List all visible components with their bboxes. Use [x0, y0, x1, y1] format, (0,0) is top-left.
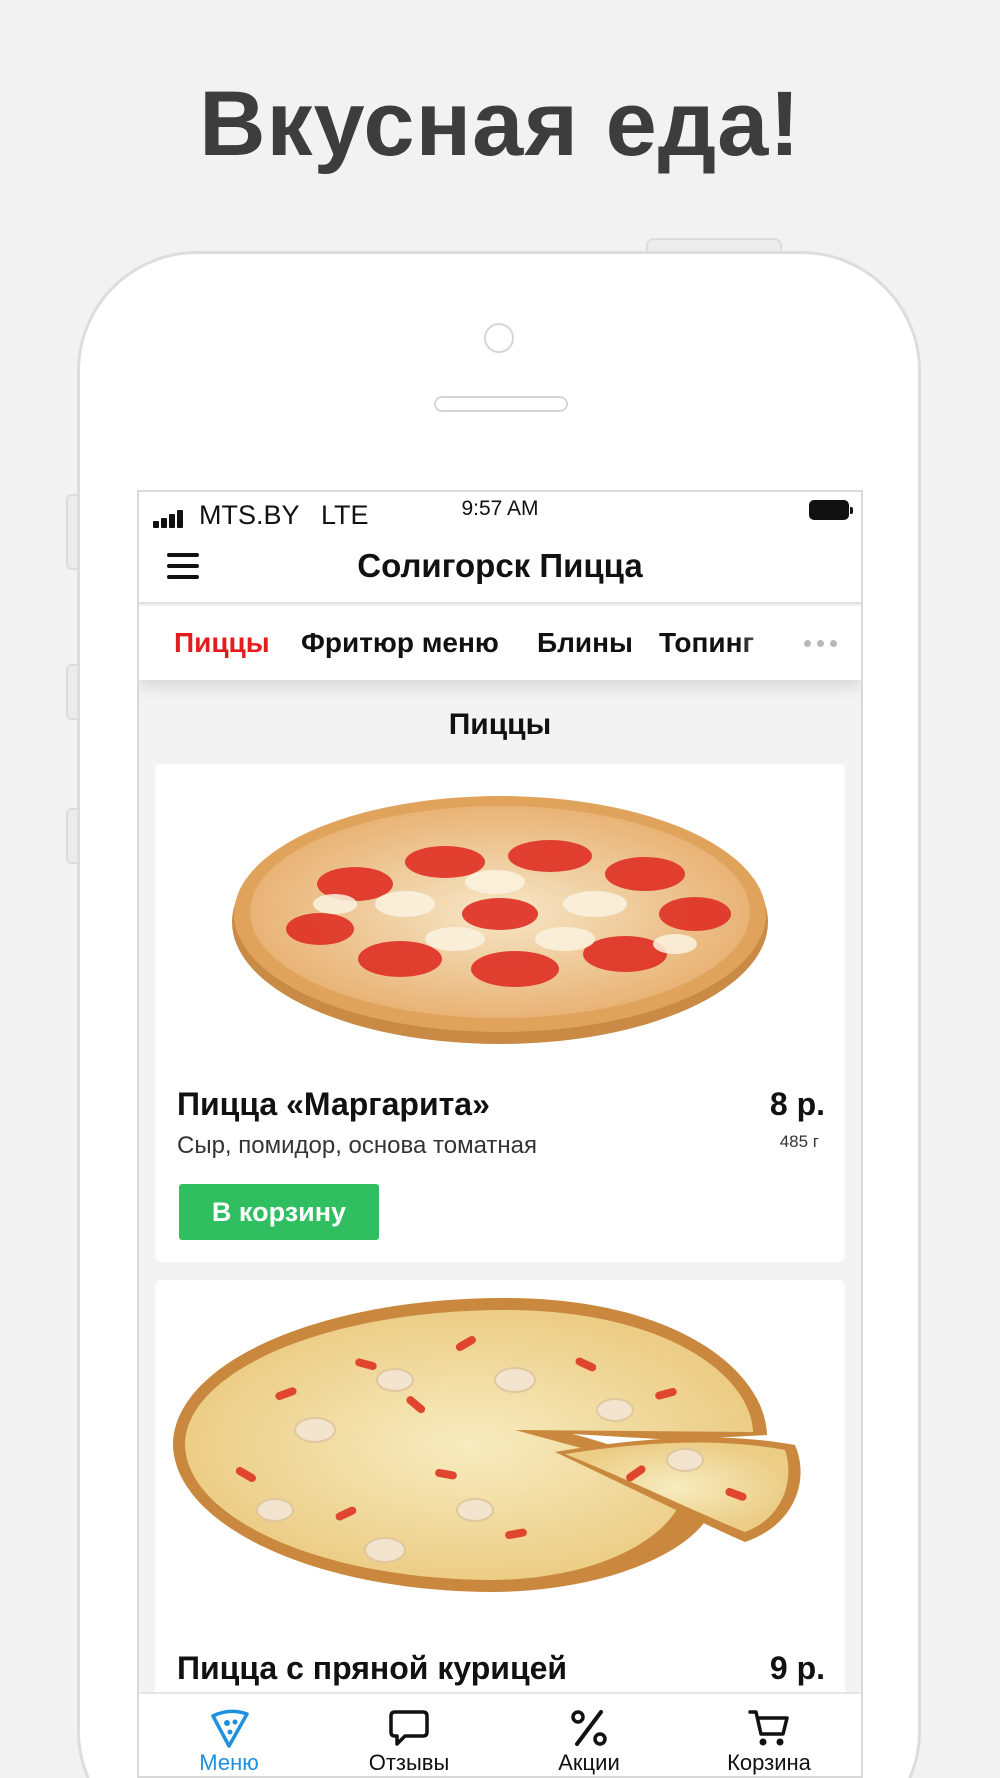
- promo-headline: Вкусная еда!: [199, 73, 801, 175]
- category-tab-pizzas[interactable]: Пиццы: [174, 627, 270, 659]
- phone-speaker: [434, 396, 568, 412]
- cart-icon: [748, 1710, 789, 1746]
- app-screen: MTS.BY LTE 9:57 AM Солигорск Пицца Пиццы…: [137, 490, 863, 1778]
- nav-bar: Солигорск Пицца: [139, 534, 861, 604]
- tab-label: Акции: [558, 1750, 620, 1775]
- tab-label: Меню: [199, 1750, 259, 1775]
- percent-icon: [571, 1710, 607, 1746]
- dish-name: Пицца с пряной курицей: [177, 1650, 568, 1686]
- dish-weight: 485 г: [779, 1132, 819, 1151]
- status-bar: MTS.BY LTE 9:57 AM: [139, 492, 861, 534]
- section-title: Пиццы: [448, 708, 552, 741]
- bottom-tab-bar: Меню Отзывы Акции Корзина: [139, 1692, 861, 1776]
- dish-description: Сыр, помидор, основа томатная: [177, 1132, 537, 1159]
- battery-icon: [809, 500, 853, 520]
- dish-price: 9 р.: [769, 1650, 825, 1686]
- dish-name: Пицца «Маргарита»: [177, 1086, 490, 1122]
- category-tab-fryer-menu[interactable]: Фритюр меню: [301, 627, 499, 659]
- tab-label: Отзывы: [368, 1750, 450, 1775]
- page-title: Солигорск Пицца: [357, 547, 643, 584]
- margherita-pizza-image: [232, 796, 768, 1044]
- tab-cart[interactable]: Корзина: [679, 1694, 859, 1776]
- status-time: 9:57 AM: [461, 497, 539, 520]
- phone-camera: [484, 323, 514, 353]
- more-dots-icon[interactable]: [804, 640, 838, 648]
- category-tabs: Пиццы Фритюр меню Блины Топинг: [139, 606, 861, 680]
- spicy-chicken-pizza-image: [173, 1298, 801, 1592]
- tab-promotions[interactable]: Акции: [499, 1694, 679, 1776]
- tab-label: Корзина: [727, 1750, 811, 1775]
- dish-card: Пицца «Маргарита» 8 р. Сыр, помидор, осн…: [155, 764, 845, 1262]
- category-tab-pancakes[interactable]: Блины: [537, 627, 633, 659]
- tab-reviews[interactable]: Отзывы: [319, 1694, 499, 1776]
- add-to-cart-button[interactable]: В корзину: [179, 1184, 379, 1240]
- chat-bubble-icon: [389, 1710, 429, 1746]
- pizza-slice-icon: [211, 1709, 249, 1748]
- tab-menu[interactable]: Меню: [139, 1694, 319, 1776]
- dish-price: 8 р.: [769, 1086, 825, 1122]
